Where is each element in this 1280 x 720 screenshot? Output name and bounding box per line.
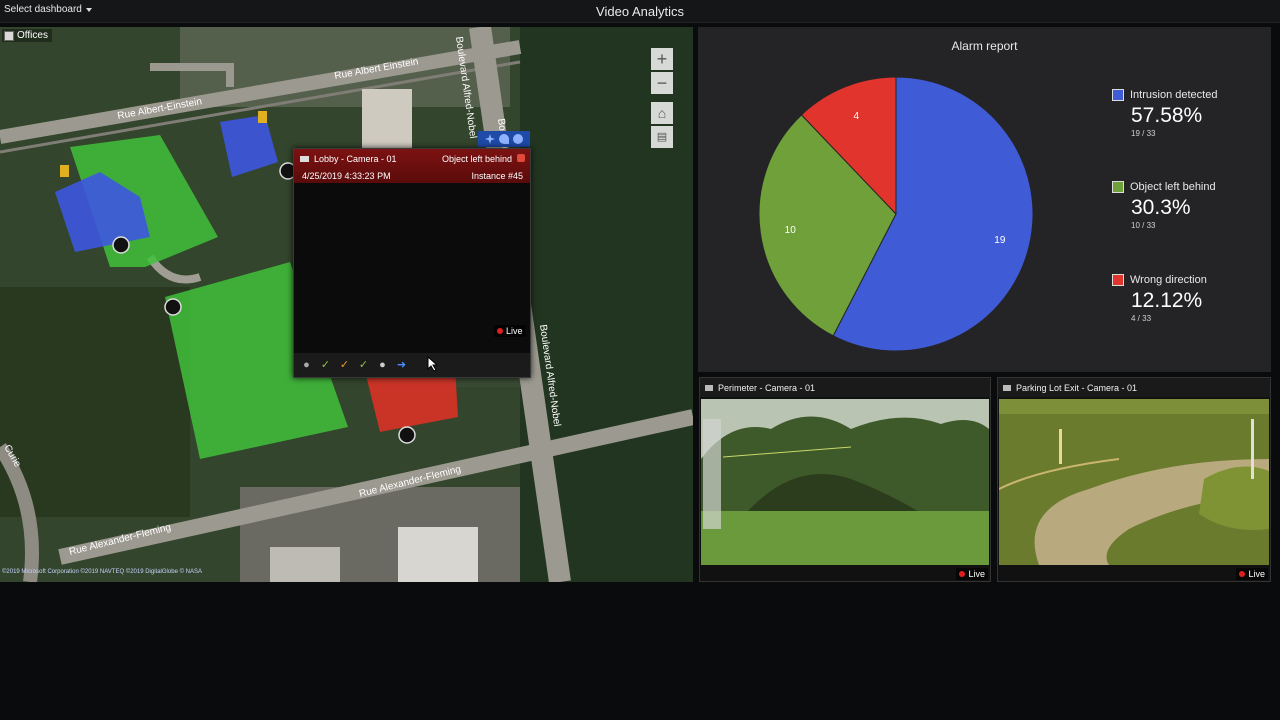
building-icon [4, 30, 14, 41]
forward-arrow-icon[interactable]: ➜ [395, 359, 408, 372]
legend-percent: 12.12% [1131, 289, 1203, 312]
map-controls: + − ⌂ ▤ [651, 48, 673, 148]
legend-item-wrong-direction[interactable]: Wrong direction 12.12% 4 / 33 [1112, 274, 1207, 323]
pie-data-label: 19 [994, 235, 1006, 246]
legend-fraction: 10 / 33 [1131, 221, 1156, 230]
legend-label: Intrusion detected [1130, 89, 1218, 101]
camera-feed[interactable] [999, 399, 1269, 565]
home-button[interactable]: ⌂ [651, 102, 673, 124]
popup-actions: ● ✓ ✓ ✓ ● ➜ [294, 353, 530, 377]
zoom-out-button[interactable]: − [651, 72, 673, 94]
camera-popup[interactable]: Lobby - Camera - 01 Object left behind 4… [293, 148, 531, 378]
layers-button[interactable]: ▤ [651, 126, 673, 148]
live-text: Live [506, 326, 523, 336]
popup-event-type: Object left behind [441, 154, 512, 164]
legend-fraction: 4 / 33 [1131, 314, 1152, 323]
camera-name: Perimeter - Camera - 01 [718, 382, 816, 393]
layer-label-text: Offices [17, 30, 48, 41]
live-badge: Live [494, 325, 526, 337]
pin-icon[interactable] [499, 134, 509, 144]
live-dot-icon [959, 571, 966, 577]
camera-icon [300, 156, 309, 162]
layer-label[interactable]: Offices [2, 29, 52, 42]
page-title: Video Analytics [596, 4, 684, 19]
alarm-report-panel: Alarm report 19 10 4 Intrusion detected 57… [698, 27, 1271, 372]
top-bar: Select dashboard Video Analytics [0, 0, 1280, 23]
legend-percent: 57.58% [1131, 104, 1203, 127]
camera-icon [1003, 384, 1011, 391]
legend-item-object-left[interactable]: Object left behind 30.3% 10 / 33 [1112, 181, 1216, 230]
live-badge: Live [1236, 568, 1268, 580]
pie-data-label: 10 [785, 225, 797, 236]
live-badge: Live [956, 568, 988, 580]
camera-feed[interactable] [701, 399, 989, 565]
acknowledge-icon[interactable]: ✓ [319, 359, 332, 372]
close-icon[interactable] [517, 154, 525, 162]
legend-item-intrusion[interactable]: Intrusion detected 57.58% 19 / 33 [1112, 89, 1217, 138]
live-text: Live [1248, 569, 1265, 579]
forward-icon[interactable]: ✓ [357, 359, 370, 372]
zoom-in-button[interactable]: + [651, 48, 673, 70]
acknowledge-alt-icon[interactable]: ✓ [338, 359, 351, 372]
legend-label: Wrong direction [1130, 274, 1207, 286]
pie-data-label: 4 [854, 111, 860, 122]
live-dot-icon [1239, 571, 1246, 577]
legend-swatch [1112, 89, 1124, 101]
move-icon[interactable] [485, 134, 495, 144]
map-copyright: ©2019 Microsoft Corporation ©2019 NAVTEQ… [2, 569, 202, 575]
popup-timestamp: 4/25/2019 4:33:23 PM [302, 171, 391, 181]
popup-instance: Instance #45 [471, 171, 523, 181]
settings-icon[interactable] [513, 134, 523, 144]
camera-name: Parking Lot Exit - Camera - 01 [1016, 382, 1138, 393]
popup-camera-name: Lobby - Camera - 01 [314, 154, 397, 164]
camera-tile-header: Parking Lot Exit - Camera - 01 [998, 378, 1270, 397]
mouse-cursor-icon [427, 356, 439, 372]
popup-header: Lobby - Camera - 01 Object left behind 4… [294, 149, 530, 183]
camera-icon [705, 384, 713, 391]
search-icon[interactable]: ● [300, 359, 313, 372]
legend-swatch [1112, 274, 1124, 286]
camera-tile-parking[interactable]: Parking Lot Exit - Camera - 01 Live [997, 377, 1271, 582]
legend-label: Object left behind [1130, 181, 1216, 193]
tile-toolbar [478, 131, 530, 147]
snooze-icon[interactable]: ● [376, 359, 389, 372]
legend-fraction: 19 / 33 [1131, 129, 1156, 138]
legend-swatch [1112, 181, 1124, 193]
legend-percent: 30.3% [1131, 196, 1191, 219]
camera-tile-perimeter[interactable]: Perimeter - Camera - 01 Live [699, 377, 991, 582]
live-dot-icon [497, 328, 503, 334]
live-text: Live [968, 569, 985, 579]
camera-tile-header: Perimeter - Camera - 01 [700, 378, 990, 397]
